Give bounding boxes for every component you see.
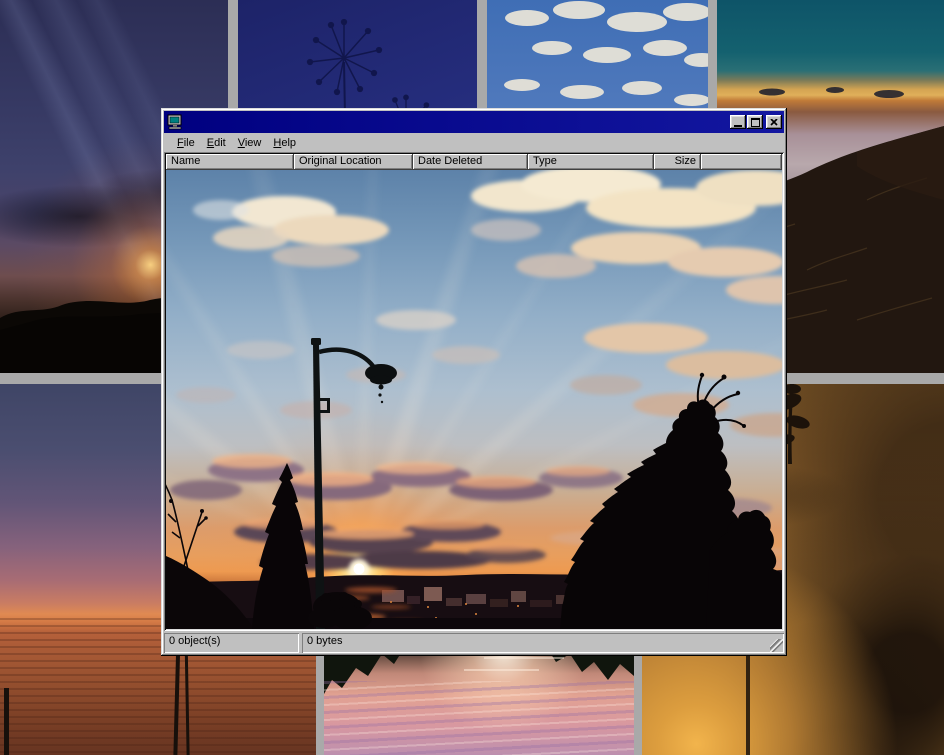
menu-view[interactable]: View [232, 136, 268, 150]
column-header-row: Name Original Location Date Deleted Type… [166, 154, 782, 170]
column-header-blank[interactable] [701, 154, 782, 170]
maximize-button[interactable] [747, 115, 763, 129]
mooring-pole [4, 688, 9, 755]
minimize-icon [734, 125, 742, 127]
column-header-date-deleted[interactable]: Date Deleted [413, 154, 528, 170]
column-header-original-location[interactable]: Original Location [294, 154, 413, 170]
menu-help[interactable]: Help [267, 136, 302, 150]
column-header-name[interactable]: Name [166, 154, 294, 170]
menu-bar: File Edit View Help [164, 133, 784, 152]
water-ripples [324, 681, 634, 755]
computer-icon [167, 114, 183, 130]
recycle-bin-window: File Edit View Help Name Original Locati… [161, 108, 787, 656]
menu-edit[interactable]: Edit [201, 136, 232, 150]
sunset-lamp-photo [166, 170, 782, 629]
column-header-type[interactable]: Type [528, 154, 654, 170]
status-object-count: 0 object(s) [164, 633, 299, 653]
title-bar[interactable] [164, 111, 784, 133]
sunset-photo-view [166, 170, 782, 629]
resize-grip[interactable] [770, 639, 783, 652]
status-size: 0 bytes [302, 633, 784, 653]
column-header-size[interactable]: Size [654, 154, 701, 170]
close-icon [770, 119, 778, 126]
menu-file[interactable]: File [171, 136, 201, 150]
file-list-view: Name Original Location Date Deleted Type… [164, 152, 784, 631]
maximize-icon [751, 118, 760, 127]
minimize-button[interactable] [730, 115, 746, 129]
close-button[interactable] [766, 115, 782, 129]
status-bar: 0 object(s) 0 bytes [164, 633, 784, 653]
